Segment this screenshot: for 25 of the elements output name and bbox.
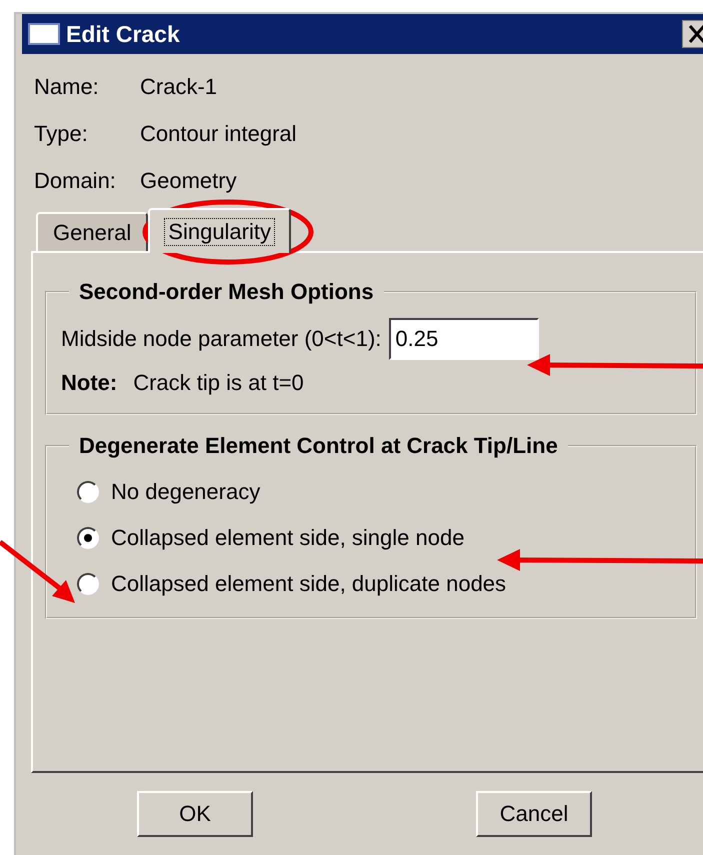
window-icon <box>28 23 60 45</box>
field-value: Geometry <box>140 168 237 194</box>
tab[interactable]: Singularity <box>148 208 291 253</box>
field-label: Domain: <box>34 168 117 194</box>
option-label[interactable]: Collapsed element side, single node <box>111 525 464 551</box>
dialog-button[interactable]: Cancel <box>476 791 592 837</box>
field-value: Contour integral <box>140 120 297 146</box>
tab[interactable]: General <box>36 212 148 251</box>
group-title: Degenerate Element Control at Crack Tip/Line <box>78 433 559 459</box>
radio-button[interactable] <box>77 527 99 549</box>
field-label: Type: <box>34 120 89 146</box>
close-icon[interactable] <box>682 20 703 48</box>
group-title: Second-order Mesh Options <box>78 279 375 305</box>
option-label[interactable]: Collapsed element side, duplicate nodes <box>111 571 506 597</box>
radio-button[interactable] <box>77 481 99 503</box>
field-label: Midside node parameter (0<t<1): <box>61 326 382 352</box>
input-field[interactable]: 0.25 <box>389 318 540 360</box>
note-text: Crack tip is at t=0 <box>133 370 304 396</box>
option-label[interactable]: No degeneracy <box>111 479 260 505</box>
field-value: Crack-1 <box>140 74 218 100</box>
note-label: Note: <box>61 370 118 396</box>
radio-button[interactable] <box>77 573 99 595</box>
dialog-button[interactable]: OK <box>137 791 253 837</box>
window-title: Edit Crack <box>66 20 181 48</box>
field-label: Name: <box>34 74 100 100</box>
